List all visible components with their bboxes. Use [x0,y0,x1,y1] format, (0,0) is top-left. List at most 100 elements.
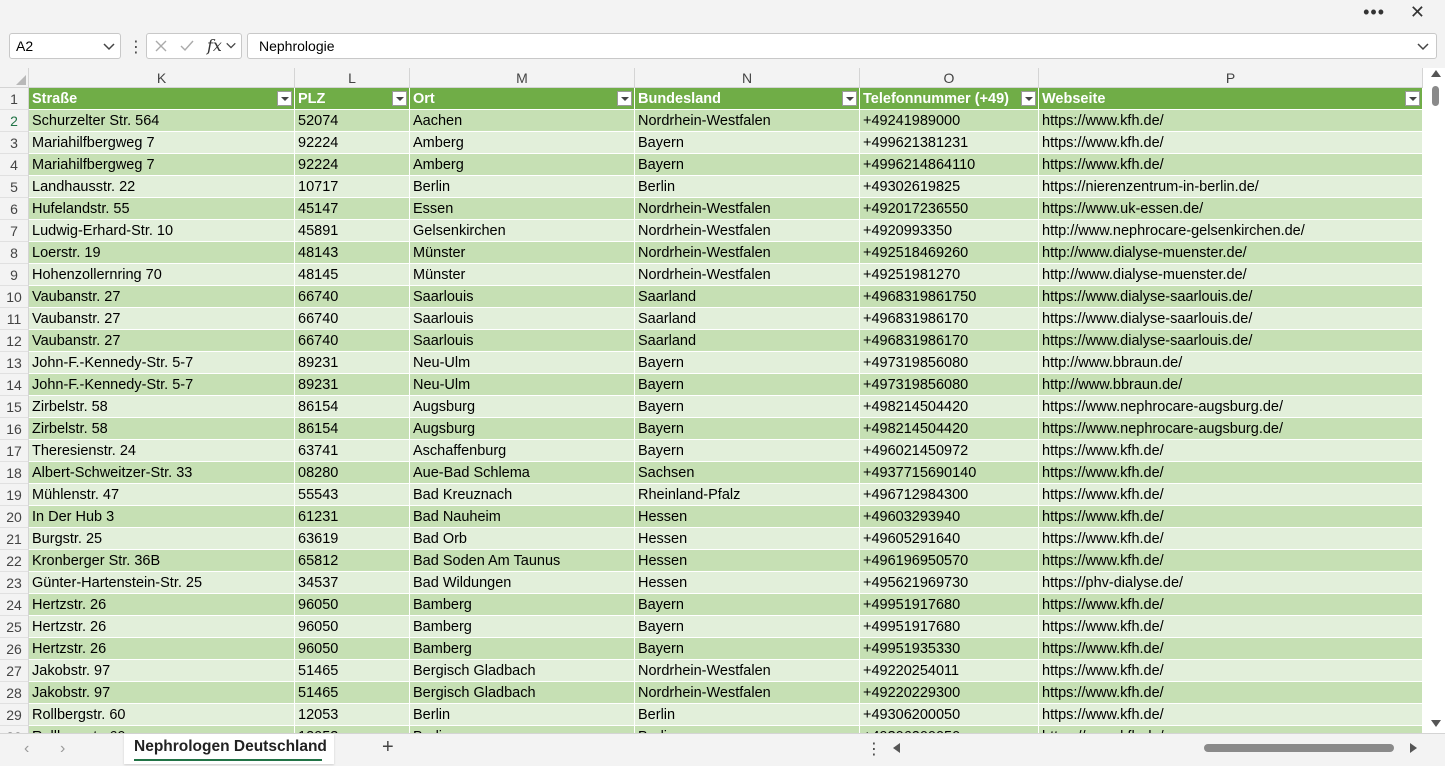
table-cell[interactable]: Landhausstr. 22 [29,176,295,198]
name-box[interactable]: A2 [9,33,121,59]
table-cell[interactable]: 52074 [295,110,410,132]
table-cell[interactable]: +499621381231 [860,132,1039,154]
vertical-scroll-thumb[interactable] [1432,86,1439,106]
table-cell[interactable]: Hessen [635,550,860,572]
cancel-icon[interactable] [153,38,169,54]
table-cell[interactable]: +4968319861750 [860,286,1039,308]
row-header[interactable]: 9 [0,264,29,286]
table-cell[interactable]: Nordrhein-Westfalen [635,660,860,682]
table-cell[interactable]: 66740 [295,308,410,330]
table-cell[interactable]: Nordrhein-Westfalen [635,110,860,132]
filter-dropdown-icon[interactable] [277,91,292,106]
chevron-down-icon[interactable] [102,39,116,53]
row-header[interactable]: 15 [0,396,29,418]
table-cell[interactable]: Bayern [635,396,860,418]
table-cell[interactable]: https://www.kfh.de/ [1039,132,1423,154]
table-cell[interactable]: https://www.kfh.de/ [1039,110,1423,132]
table-cell[interactable]: +497319856080 [860,374,1039,396]
table-header-cell[interactable]: Webseite [1039,88,1423,110]
table-cell[interactable]: +49302619825 [860,176,1039,198]
table-cell[interactable]: Bamberg [410,594,635,616]
table-cell[interactable]: Bad Kreuznach [410,484,635,506]
table-cell[interactable]: Jakobstr. 97 [29,682,295,704]
table-cell[interactable]: Zirbelstr. 58 [29,396,295,418]
table-cell[interactable]: Vaubanstr. 27 [29,286,295,308]
table-cell[interactable]: Bayern [635,440,860,462]
table-cell[interactable]: Berlin [410,176,635,198]
table-cell[interactable]: +4996214864110 [860,154,1039,176]
table-cell[interactable]: Hessen [635,506,860,528]
table-cell[interactable]: Bayern [635,352,860,374]
table-cell[interactable]: +497319856080 [860,352,1039,374]
table-header-cell[interactable]: PLZ [295,88,410,110]
table-cell[interactable]: https://nierenzentrum-in-berlin.de/ [1039,176,1423,198]
table-cell[interactable]: Bad Wildungen [410,572,635,594]
table-cell[interactable]: Amberg [410,132,635,154]
row-header[interactable]: 13 [0,352,29,374]
table-cell[interactable]: +49951917680 [860,616,1039,638]
table-cell[interactable]: +498214504420 [860,396,1039,418]
table-cell[interactable]: Hessen [635,572,860,594]
table-cell[interactable]: Bergisch Gladbach [410,660,635,682]
table-cell[interactable]: https://www.kfh.de/ [1039,660,1423,682]
chevron-down-icon[interactable] [225,39,237,51]
table-cell[interactable]: Günter-Hartenstein-Str. 25 [29,572,295,594]
table-cell[interactable]: http://www.dialyse-muenster.de/ [1039,264,1423,286]
table-cell[interactable]: Rollbergstr. 60 [29,726,295,733]
table-cell[interactable]: Mühlenstr. 47 [29,484,295,506]
table-cell[interactable]: https://www.kfh.de/ [1039,550,1423,572]
table-cell[interactable]: http://www.nephrocare-gelsenkirchen.de/ [1039,220,1423,242]
table-cell[interactable]: Burgstr. 25 [29,528,295,550]
table-cell[interactable]: 48143 [295,242,410,264]
table-cell[interactable]: 63619 [295,528,410,550]
row-header[interactable]: 25 [0,616,29,638]
table-cell[interactable]: Aue-Bad Schlema [410,462,635,484]
table-cell[interactable]: +49605291640 [860,528,1039,550]
table-cell[interactable]: +49306200050 [860,704,1039,726]
table-cell[interactable]: Nordrhein-Westfalen [635,220,860,242]
table-cell[interactable]: 92224 [295,132,410,154]
table-cell[interactable]: https://www.kfh.de/ [1039,594,1423,616]
table-cell[interactable]: +496831986170 [860,330,1039,352]
row-header[interactable]: 28 [0,682,29,704]
table-cell[interactable]: +496021450972 [860,440,1039,462]
chevron-left-icon[interactable]: ‹ [24,740,29,758]
table-cell[interactable]: Bayern [635,154,860,176]
table-header-cell[interactable]: Straße [29,88,295,110]
table-cell[interactable]: https://www.nephrocare-augsburg.de/ [1039,396,1423,418]
table-cell[interactable]: Hertzstr. 26 [29,638,295,660]
table-cell[interactable]: Saarlouis [410,330,635,352]
table-cell[interactable]: https://www.dialyse-saarlouis.de/ [1039,330,1423,352]
table-cell[interactable]: Bayern [635,594,860,616]
table-cell[interactable]: https://www.kfh.de/ [1039,726,1423,733]
scroll-up-icon[interactable] [1431,70,1441,77]
row-header[interactable]: 16 [0,418,29,440]
table-cell[interactable]: Bamberg [410,638,635,660]
row-header[interactable]: 4 [0,154,29,176]
table-cell[interactable]: +496831986170 [860,308,1039,330]
table-cell[interactable]: Nordrhein-Westfalen [635,682,860,704]
table-cell[interactable]: +496196950570 [860,550,1039,572]
table-cell[interactable]: https://www.kfh.de/ [1039,682,1423,704]
row-header[interactable]: 1 [0,88,29,110]
filter-dropdown-icon[interactable] [1021,91,1036,106]
table-cell[interactable]: Theresienstr. 24 [29,440,295,462]
table-cell[interactable]: 12053 [295,704,410,726]
table-cell[interactable]: Bergisch Gladbach [410,682,635,704]
row-header[interactable]: 26 [0,638,29,660]
table-cell[interactable]: https://www.uk-essen.de/ [1039,198,1423,220]
table-cell[interactable]: Saarlouis [410,286,635,308]
table-cell[interactable]: https://www.kfh.de/ [1039,154,1423,176]
table-cell[interactable]: +49603293940 [860,506,1039,528]
table-cell[interactable]: Bayern [635,418,860,440]
table-cell[interactable]: https://www.kfh.de/ [1039,484,1423,506]
table-cell[interactable]: Albert-Schweitzer-Str. 33 [29,462,295,484]
tab-options-icon[interactable]: ⋮ [866,739,882,759]
table-cell[interactable]: http://www.bbraun.de/ [1039,352,1423,374]
table-cell[interactable]: 51465 [295,682,410,704]
filter-dropdown-icon[interactable] [842,91,857,106]
table-cell[interactable]: Rheinland-Pfalz [635,484,860,506]
table-cell[interactable]: Neu-Ulm [410,352,635,374]
row-header[interactable]: 20 [0,506,29,528]
table-cell[interactable]: John-F.-Kennedy-Str. 5-7 [29,352,295,374]
